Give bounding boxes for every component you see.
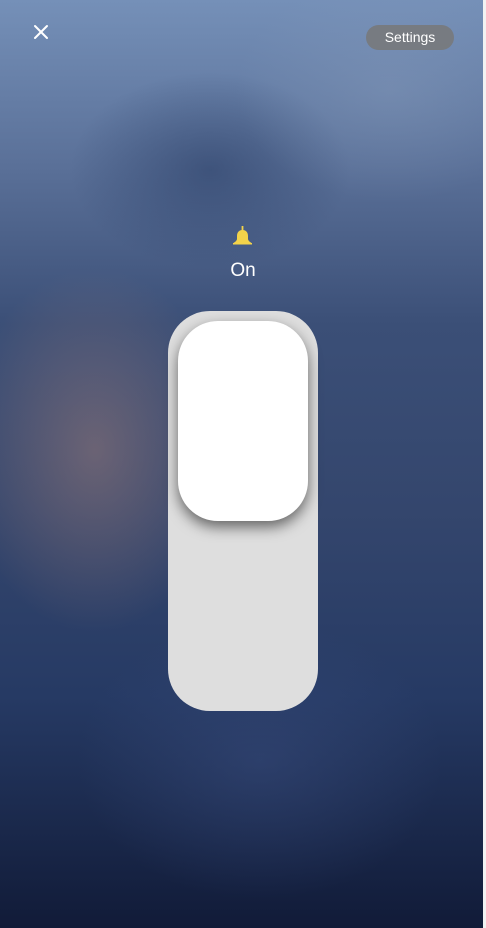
close-button[interactable] (28, 20, 54, 46)
ringer-toggle-switch[interactable] (168, 311, 318, 711)
settings-button[interactable]: Settings (366, 25, 454, 50)
bell-icon (231, 225, 254, 247)
ringer-state-label: On (230, 260, 256, 281)
toggle-thumb[interactable] (178, 321, 308, 521)
close-icon (28, 20, 54, 46)
